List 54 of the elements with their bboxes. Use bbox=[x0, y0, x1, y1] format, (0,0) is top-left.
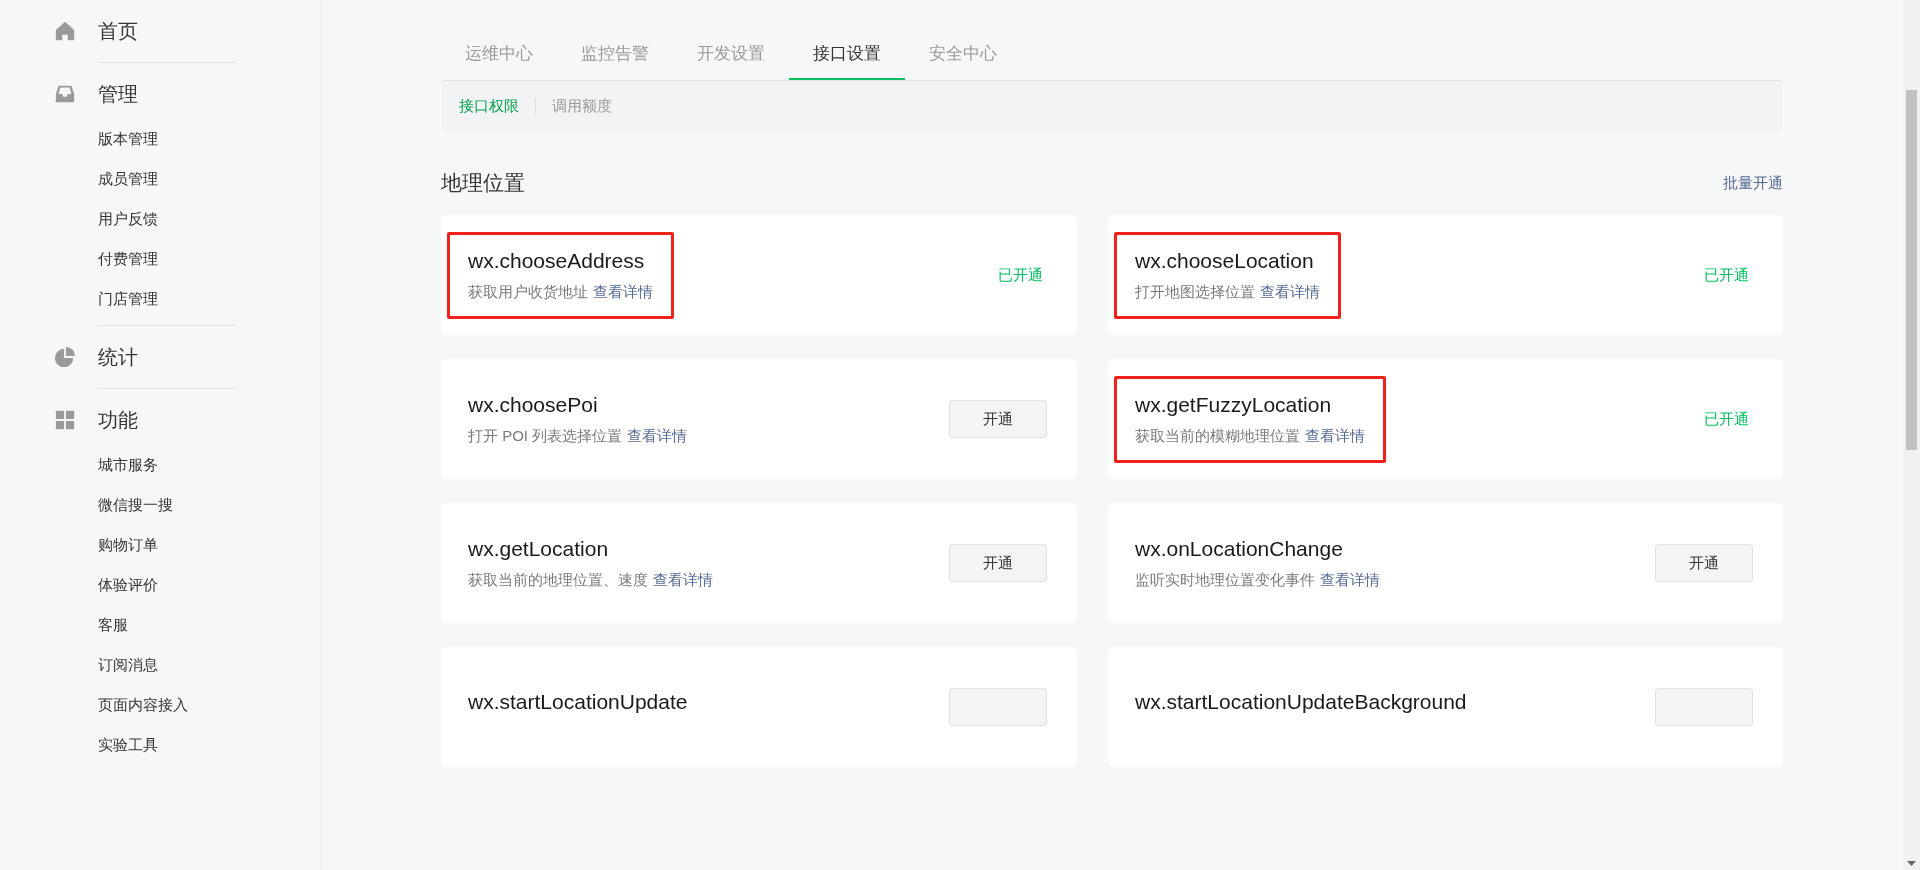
nav-item[interactable]: 微信搜一搜 bbox=[0, 485, 173, 525]
details-link[interactable]: 查看详情 bbox=[627, 426, 688, 446]
nav-item[interactable]: 页面内容接入 bbox=[0, 685, 188, 725]
nav-item[interactable]: 订阅消息 bbox=[0, 645, 158, 685]
scrollbar[interactable] bbox=[1903, 0, 1920, 870]
details-link[interactable]: 查看详情 bbox=[1305, 426, 1365, 446]
api-name: wx.startLocationUpdateBackground bbox=[1135, 690, 1467, 714]
nav-item[interactable]: 购物订单 bbox=[0, 525, 158, 565]
enabled-status: 已开通 bbox=[998, 265, 1043, 285]
pie-chart-icon bbox=[54, 346, 76, 368]
nav-group[interactable]: 首页 bbox=[98, 17, 138, 45]
api-name: wx.chooseAddress bbox=[468, 248, 646, 273]
enable-button[interactable] bbox=[1655, 688, 1753, 726]
inbox-icon bbox=[54, 83, 76, 105]
nav-item[interactable]: 实验工具 bbox=[0, 725, 158, 765]
api-description: 获取用户收货地址 bbox=[468, 282, 588, 302]
nav-item[interactable]: 客服 bbox=[0, 605, 128, 645]
home-icon bbox=[54, 20, 76, 42]
details-link[interactable]: 查看详情 bbox=[1320, 570, 1380, 590]
api-name: wx.choosePoi bbox=[468, 392, 599, 417]
enable-button[interactable] bbox=[949, 688, 1047, 726]
scroll-down-icon[interactable] bbox=[1907, 861, 1916, 866]
nav-item[interactable]: 门店管理 bbox=[0, 279, 158, 319]
api-name: wx.startLocationUpdate bbox=[468, 690, 688, 714]
nav-group[interactable]: 功能 bbox=[98, 406, 138, 434]
enable-button[interactable]: 开通 bbox=[949, 400, 1047, 438]
nav-item[interactable]: 体验评价 bbox=[0, 565, 158, 605]
enable-button[interactable]: 开通 bbox=[949, 544, 1047, 582]
section-title: 地理位置 bbox=[441, 170, 525, 196]
api-description: 监听实时地理位置变化事件 bbox=[1135, 570, 1315, 590]
api-description: 获取当前的模糊地理位置 bbox=[1135, 426, 1300, 446]
api-name: wx.onLocationChange bbox=[1135, 536, 1344, 561]
api-description: 获取当前的地理位置、速度 bbox=[468, 570, 648, 590]
api-description: 打开地图选择位置 bbox=[1135, 282, 1255, 302]
enable-button[interactable]: 开通 bbox=[1655, 544, 1753, 582]
api-name: wx.chooseLocation bbox=[1135, 248, 1315, 273]
api-name: wx.getLocation bbox=[468, 536, 610, 561]
api-description: 打开 POI 列表选择位置 bbox=[468, 426, 623, 446]
details-link[interactable]: 查看详情 bbox=[593, 282, 653, 302]
details-link[interactable]: 查看详情 bbox=[653, 570, 713, 590]
batch-enable-link[interactable]: 批量开通 bbox=[1723, 173, 1783, 193]
grid-icon bbox=[54, 409, 76, 431]
enabled-status: 已开通 bbox=[1704, 265, 1749, 285]
nav-item[interactable]: 版本管理 bbox=[0, 119, 158, 159]
nav-group[interactable]: 管理 bbox=[98, 80, 138, 108]
nav-item[interactable]: 用户反馈 bbox=[0, 199, 158, 239]
nav-group[interactable]: 统计 bbox=[98, 343, 138, 371]
details-link[interactable]: 查看详情 bbox=[1260, 282, 1320, 302]
nav-item[interactable]: 付费管理 bbox=[0, 239, 158, 279]
api-name: wx.getFuzzyLocation bbox=[1135, 392, 1333, 417]
nav-item[interactable]: 成员管理 bbox=[0, 159, 158, 199]
enabled-status: 已开通 bbox=[1704, 409, 1749, 429]
scrollbar-thumb[interactable] bbox=[1906, 90, 1917, 450]
nav-item[interactable]: 城市服务 bbox=[0, 445, 158, 485]
